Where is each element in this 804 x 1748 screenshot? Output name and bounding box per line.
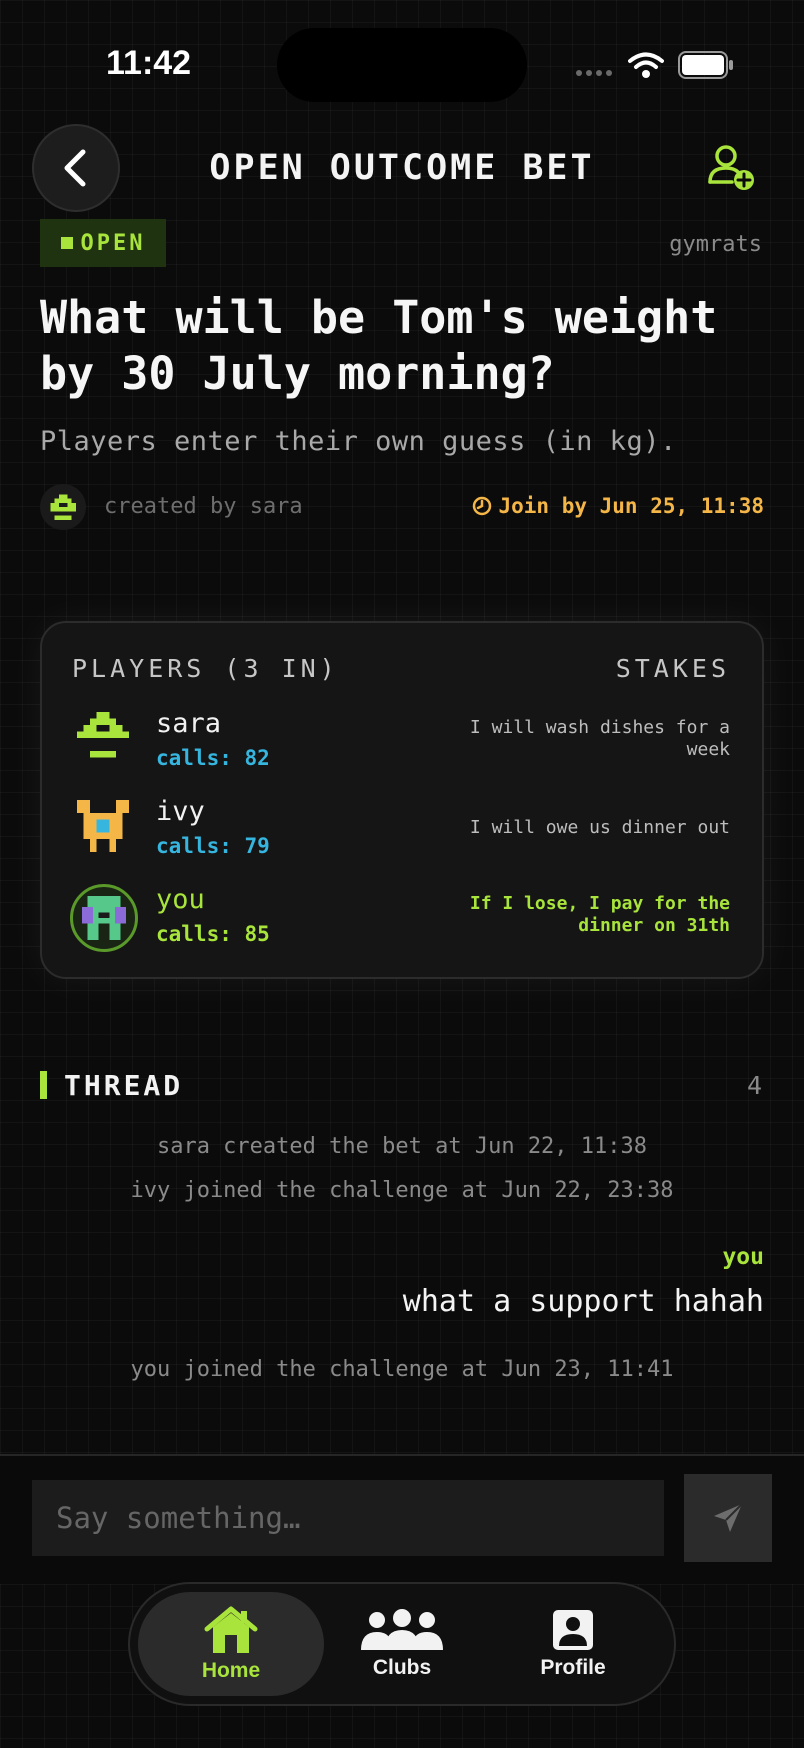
chat-message: what a support hahah [402,1284,764,1319]
thread-count: 4 [746,1071,762,1100]
player-stake: I will wash dishes for a week [469,717,730,760]
player-call: calls: 82 [156,746,270,770]
tab-clubs-label: Clubs [372,1656,432,1679]
club-name[interactable]: gymrats [669,232,762,257]
system-message: ivy joined the challenge at Jun 22, 23:3… [130,1178,674,1203]
player-call: calls: 85 [156,922,270,946]
wifi-icon [628,52,664,78]
tab-home-label: Home [201,1659,261,1682]
stakes-heading: STAKES [615,654,730,683]
thread-title: THREAD [64,1069,184,1102]
tab-profile[interactable]: Profile [480,1592,666,1696]
bet-question: What will be Tom's weight by 30 July mor… [40,291,718,400]
creator-avatar [40,484,86,530]
player-name: ivy [156,796,205,827]
player-call: calls: 79 [156,834,270,858]
join-deadline-text: Join by Jun 25, 11:38 [498,494,764,518]
cellular-signal-icon [576,70,612,76]
system-message: sara created the bet at Jun 22, 11:38 [156,1134,648,1159]
players-heading: PLAYERS (3 IN) [72,654,339,683]
send-icon [714,1503,743,1532]
message-input[interactable] [32,1480,664,1556]
player-stake: I will owe us dinner out [469,817,730,838]
message-author: you [722,1244,764,1270]
pixel-avatar-icon [50,494,76,520]
player-avatar-you [70,884,138,952]
player-name: you [156,884,205,915]
dynamic-island [277,28,527,102]
clock-icon [473,496,492,516]
pixel-avatar-icon [82,896,126,940]
join-deadline: Join by Jun 25, 11:38 [472,494,764,518]
player-avatar-ivy [72,795,134,857]
player-stake: If I lose, I pay for the dinner on 31th [469,893,730,936]
player-avatar-sara [72,707,134,769]
group-icon [361,1609,443,1650]
tab-profile-label: Profile [540,1656,606,1679]
tab-clubs[interactable]: Clubs [309,1592,495,1696]
pixel-avatar-icon [77,712,129,758]
system-message: you joined the challenge at Jun 23, 11:4… [130,1357,674,1382]
tab-home[interactable]: Home [138,1592,324,1696]
back-button[interactable] [32,124,120,212]
home-icon [204,1606,258,1653]
status-dot-icon [60,237,73,249]
player-name: sara [156,708,222,739]
creator-label: created by sara [104,494,303,519]
add-user-button[interactable] [706,142,758,194]
send-button[interactable] [684,1474,772,1562]
battery-icon [678,51,733,79]
status-badge: OPEN [40,219,166,267]
page-title: OPEN OUTCOME BET [209,148,595,188]
status-badge-label: OPEN [80,230,146,256]
bet-subtitle: Players enter their own guess (in kg). [40,426,677,457]
pixel-avatar-icon [77,800,129,852]
profile-icon [553,1610,593,1650]
status-time: 11:42 [106,44,192,82]
chevron-left-icon [64,149,86,187]
add-user-icon [708,145,754,190]
thread-accent-bar [40,1071,47,1099]
